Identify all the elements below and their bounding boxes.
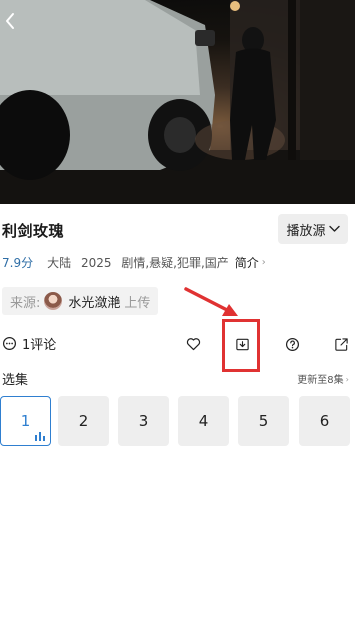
episode-button[interactable]: 2 <box>58 396 109 446</box>
comments-button[interactable]: 1评论 <box>2 334 56 353</box>
episode-button[interactable]: 4 <box>178 396 229 446</box>
rating-score: 7.9分 <box>2 256 34 270</box>
episode-number: 3 <box>138 412 149 430</box>
video-frame <box>0 0 355 204</box>
chevron-right-icon: › <box>345 373 349 384</box>
episode-number: 5 <box>258 412 269 430</box>
back-button[interactable] <box>4 12 26 38</box>
comment-icon <box>2 336 17 351</box>
meta-row: 7.9分 大陆 2025 剧情,悬疑,犯罪,国产 简介 › <box>2 254 266 271</box>
favorite-button[interactable] <box>183 334 203 354</box>
episode-button[interactable]: 3 <box>118 396 169 446</box>
annotation-highlight-box <box>222 319 260 372</box>
episode-number: 4 <box>198 412 209 430</box>
source-label: 播放源 <box>286 223 326 239</box>
episode-number: 6 <box>319 412 330 430</box>
heart-icon <box>186 338 200 351</box>
episodes-update-label: 更新至8集 <box>297 375 344 386</box>
episode-number: 2 <box>78 412 89 430</box>
help-button[interactable] <box>282 334 302 354</box>
uploader-prefix: 来源: <box>10 295 41 311</box>
uploader-name: 水光潋滟 <box>68 295 121 311</box>
episodes-heading: 选集 <box>2 373 29 388</box>
episode-button[interactable]: 5 <box>238 396 289 446</box>
share-icon <box>334 337 348 351</box>
show-title: 利剑玫瑰 <box>2 222 65 240</box>
episode-button[interactable]: 6 <box>299 396 350 446</box>
avatar <box>44 292 63 310</box>
chevron-right-icon: › <box>261 257 266 268</box>
playing-bars-icon <box>35 432 45 441</box>
source-button[interactable]: 播放源 <box>278 214 348 244</box>
intro-label: 简介 <box>234 256 259 270</box>
genres: 剧情,悬疑,犯罪,国产 <box>121 256 229 270</box>
region: 大陆 <box>47 256 72 270</box>
help-icon <box>285 337 299 351</box>
episode-list: 1 2 3 4 5 6 <box>0 396 355 446</box>
intro-link[interactable]: 简介 › <box>235 254 266 271</box>
episodes-more-link[interactable]: 更新至8集 › <box>297 371 349 387</box>
year: 2025 <box>80 256 112 270</box>
chevron-down-icon <box>328 225 340 232</box>
uploader-suffix: 上传 <box>124 295 151 311</box>
comments-label: 1评论 <box>22 338 57 353</box>
episode-number: 1 <box>20 412 31 430</box>
action-bar: 1评论 <box>0 330 355 358</box>
chevron-left-icon <box>6 13 14 29</box>
share-button[interactable] <box>331 334 351 354</box>
video-player[interactable] <box>0 0 355 204</box>
info-group: 大陆 2025 剧情,悬疑,犯罪,国产 <box>47 254 235 271</box>
uploader-chip[interactable]: 来源: 水光潋滟 上传 <box>2 287 159 315</box>
episode-button[interactable]: 1 <box>0 396 51 446</box>
